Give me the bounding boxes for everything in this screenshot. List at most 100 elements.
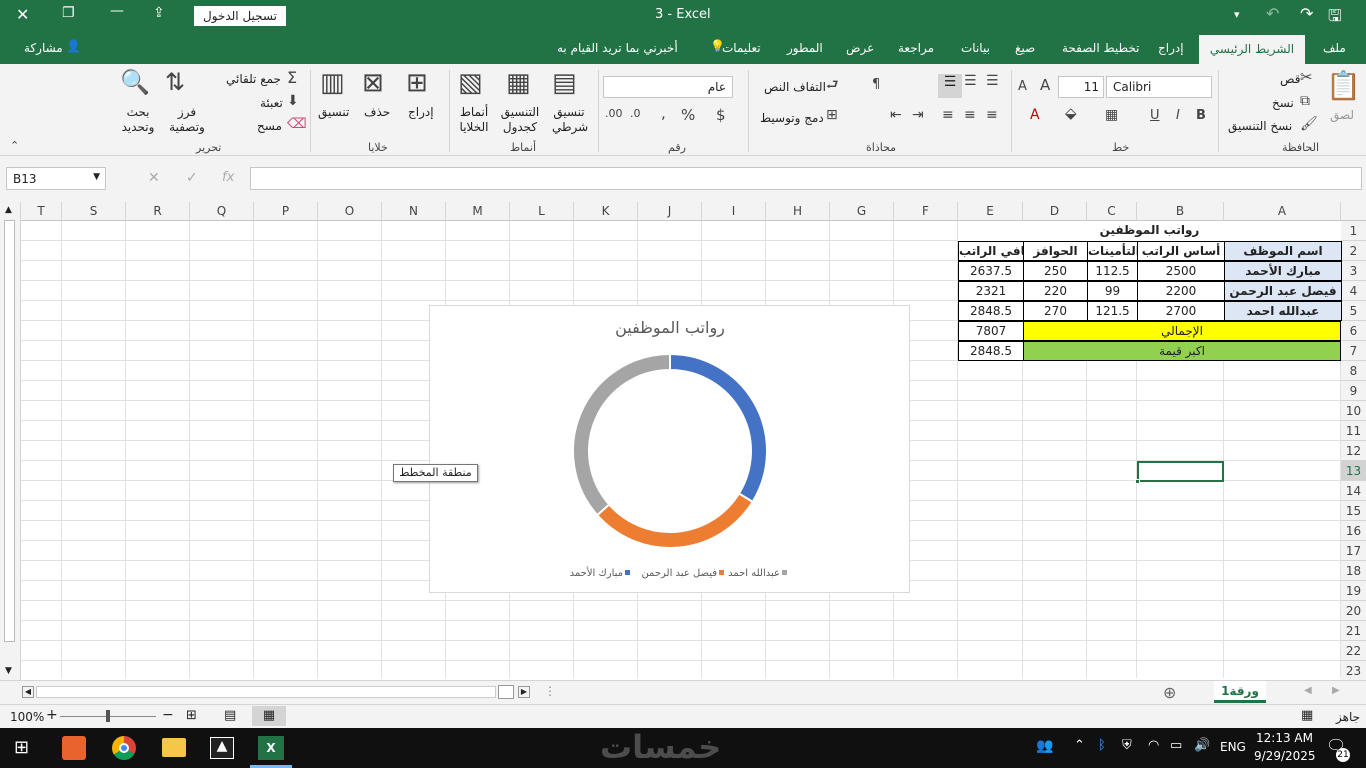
column-header-r[interactable]: R bbox=[126, 202, 190, 221]
row-header-17[interactable]: 17 bbox=[1341, 541, 1366, 561]
align-center-icon[interactable]: ≡ bbox=[964, 108, 976, 122]
comma-style-icon[interactable]: , bbox=[661, 106, 666, 121]
header-cell-a[interactable]: اسم الموظف bbox=[1224, 241, 1342, 261]
sort-filter-button[interactable]: فرز وتصفية bbox=[168, 105, 206, 135]
donut-slice-2[interactable] bbox=[595, 492, 754, 549]
indent-increase-icon[interactable]: ⇥ bbox=[912, 108, 924, 122]
column-header-f[interactable]: F bbox=[894, 202, 958, 221]
clear-button[interactable]: مسح bbox=[257, 119, 282, 133]
row-header-9[interactable]: 9 bbox=[1341, 381, 1366, 401]
donut-slice-1[interactable] bbox=[669, 352, 768, 504]
header-cell-b[interactable]: أساس الراتب bbox=[1137, 241, 1225, 261]
volume-icon[interactable]: 🔊 bbox=[1194, 738, 1210, 753]
underline-icon[interactable]: U bbox=[1150, 109, 1160, 122]
file-explorer-icon[interactable] bbox=[162, 738, 186, 757]
vertical-scrollbar[interactable]: ▲ ▼ bbox=[0, 202, 21, 680]
clear-icon[interactable]: ⌫ bbox=[287, 117, 307, 131]
chrome-icon[interactable] bbox=[112, 736, 136, 760]
add-sheet-icon[interactable]: ⊕ bbox=[1163, 683, 1176, 702]
chart-area[interactable]: رواتب الموظفين مبارك الأحمد فيصل عبد الرح… bbox=[429, 305, 910, 593]
column-header-n[interactable]: N bbox=[382, 202, 446, 221]
column-header-m[interactable]: M bbox=[446, 202, 510, 221]
autosum-icon[interactable]: Σ bbox=[287, 70, 297, 86]
cancel-icon[interactable]: ✕ bbox=[148, 170, 160, 186]
fill-handle[interactable] bbox=[1135, 479, 1140, 484]
row-header-10[interactable]: 10 bbox=[1341, 401, 1366, 421]
column-header-a[interactable]: A bbox=[1224, 202, 1341, 221]
italic-icon[interactable]: I bbox=[1176, 109, 1180, 122]
copy-button[interactable]: نسخ bbox=[1272, 96, 1294, 110]
column-header-p[interactable]: P bbox=[254, 202, 318, 221]
close-icon[interactable]: ✕ bbox=[16, 5, 29, 24]
tab-formulas[interactable]: صيغ bbox=[1015, 41, 1035, 55]
name-box[interactable]: B13 ▼ bbox=[6, 167, 106, 190]
pdf-app-icon[interactable] bbox=[62, 736, 86, 760]
format-cells-icon[interactable]: ▥ bbox=[320, 70, 345, 96]
tab-page-layout[interactable]: تخطيط الصفحة bbox=[1062, 41, 1139, 55]
row-header-13[interactable]: 13 bbox=[1341, 461, 1366, 481]
zoom-level[interactable]: 100% bbox=[10, 710, 44, 724]
merge-center-button[interactable]: دمج وتوسيط bbox=[760, 111, 824, 125]
undo-icon[interactable]: ↶ bbox=[1266, 4, 1279, 23]
row-header-5[interactable]: 5 bbox=[1341, 301, 1366, 321]
row-header-2[interactable]: 2 bbox=[1341, 241, 1366, 261]
column-header-i[interactable]: I bbox=[702, 202, 766, 221]
column-header-e[interactable]: E bbox=[958, 202, 1023, 221]
merge-center-icon[interactable]: ⊞ bbox=[826, 108, 838, 122]
cut-icon[interactable]: ✂ bbox=[1300, 70, 1313, 85]
fill-color-icon[interactable]: ⬙ bbox=[1065, 106, 1077, 121]
format-painter-button[interactable]: نسخ التنسيق bbox=[1228, 119, 1292, 133]
hscroll-thumb[interactable] bbox=[498, 685, 514, 699]
tab-view[interactable]: عرض bbox=[846, 41, 874, 55]
wrap-text-icon[interactable]: ⮐ bbox=[826, 78, 839, 92]
indent-decrease-icon[interactable]: ⇤ bbox=[890, 108, 902, 122]
excel-taskbar-icon[interactable]: X bbox=[258, 736, 284, 760]
sheet-tab-1[interactable]: ورقة1 bbox=[1214, 681, 1266, 703]
find-select-icon[interactable]: 🔍 bbox=[120, 70, 150, 94]
align-left-icon[interactable]: ≡ bbox=[942, 108, 954, 122]
language-indicator[interactable]: ENG bbox=[1220, 740, 1246, 754]
format-painter-icon[interactable]: 🖌 bbox=[1300, 117, 1318, 131]
align-middle-icon[interactable]: ☰ bbox=[938, 74, 962, 98]
signin-button[interactable]: تسجيل الدخول bbox=[194, 6, 286, 26]
column-header-d[interactable]: D bbox=[1023, 202, 1087, 221]
font-name-select[interactable]: Calibri bbox=[1106, 76, 1212, 98]
header-cell-c[interactable]: التأمينات bbox=[1087, 241, 1138, 261]
column-header-q[interactable]: Q bbox=[190, 202, 254, 221]
insert-cells-button[interactable]: إدراج bbox=[408, 105, 434, 119]
data-cell-d5[interactable]: 270 bbox=[1023, 301, 1088, 321]
tray-chevron-icon[interactable]: ⌃ bbox=[1074, 738, 1085, 753]
data-cell-c5[interactable]: 121.5 bbox=[1087, 301, 1138, 321]
paste-button[interactable]: لصق bbox=[1330, 108, 1354, 122]
row-header-16[interactable]: 16 bbox=[1341, 521, 1366, 541]
select-all-corner[interactable] bbox=[1341, 202, 1366, 221]
data-cell-d4[interactable]: 220 bbox=[1023, 281, 1088, 301]
normal-view-icon[interactable]: ▦ bbox=[252, 706, 286, 726]
row-header-15[interactable]: 15 bbox=[1341, 501, 1366, 521]
cell-styles-button[interactable]: أنماط الخلايا bbox=[456, 105, 492, 135]
row-header-18[interactable]: 18 bbox=[1341, 561, 1366, 581]
share-button[interactable]: مشاركة bbox=[24, 41, 63, 55]
start-windows-icon[interactable]: ⊞ bbox=[14, 737, 29, 758]
data-cell-e5[interactable]: 2848.5 bbox=[958, 301, 1024, 321]
cut-button[interactable]: قص bbox=[1280, 72, 1300, 86]
defender-icon[interactable]: ⛨ bbox=[1122, 738, 1132, 753]
font-color-icon[interactable]: A bbox=[1030, 108, 1040, 122]
tab-developer[interactable]: المطور bbox=[787, 41, 823, 55]
max-label-cell[interactable]: اكبر قيمة bbox=[1023, 341, 1341, 361]
row-header-12[interactable]: 12 bbox=[1341, 441, 1366, 461]
selected-cell-b13[interactable] bbox=[1137, 461, 1224, 482]
increase-font-icon[interactable]: A bbox=[1040, 78, 1050, 93]
find-select-button[interactable]: بحث وتحديد bbox=[118, 105, 158, 135]
collapse-ribbon-icon[interactable]: ⌃ bbox=[10, 140, 19, 151]
row-header-11[interactable]: 11 bbox=[1341, 421, 1366, 441]
hscroll-right-icon[interactable]: ▶ bbox=[518, 686, 530, 698]
header-cell-e[interactable]: صافي الراتب bbox=[958, 241, 1024, 261]
horizontal-scrollbar[interactable] bbox=[36, 686, 496, 698]
hscroll-left-icon[interactable]: ◀ bbox=[22, 686, 34, 698]
scroll-thumb[interactable] bbox=[4, 220, 15, 642]
clock-date[interactable]: 9/29/2025 bbox=[1254, 749, 1316, 763]
header-cell-d[interactable]: الحوافز bbox=[1023, 241, 1088, 261]
row-header-4[interactable]: 4 bbox=[1341, 281, 1366, 301]
text-direction-icon[interactable]: ¶ bbox=[872, 78, 880, 91]
